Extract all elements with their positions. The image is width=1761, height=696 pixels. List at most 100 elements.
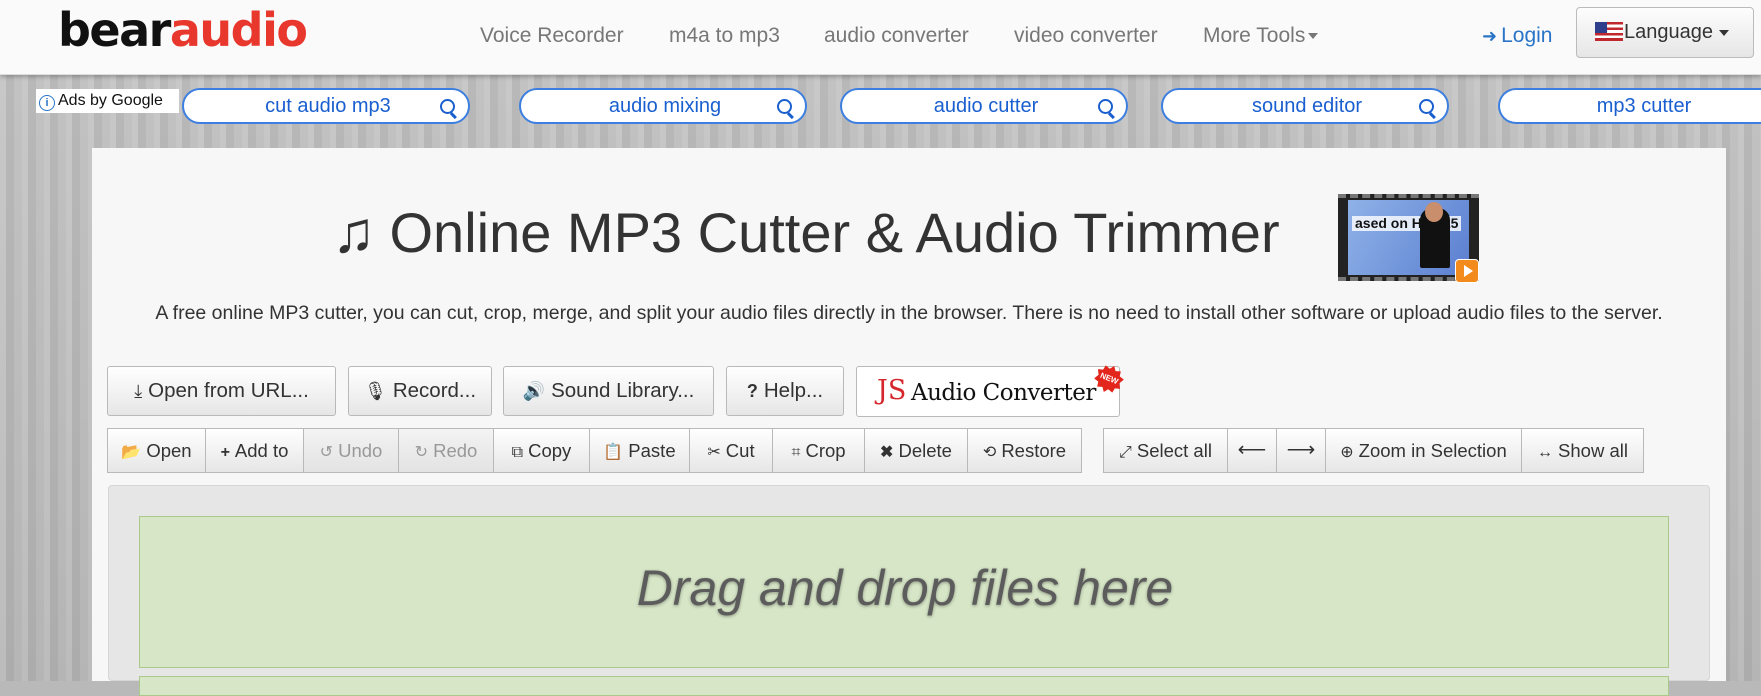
- download-icon: ⤓: [134, 381, 143, 401]
- video-preview-image: ased on HTML5: [1348, 200, 1469, 275]
- copy-icon: ⧉: [511, 444, 524, 461]
- music-note-icon: ♫: [332, 200, 376, 265]
- move-left-button[interactable]: ⟵: [1227, 428, 1277, 473]
- language-label: Language: [1624, 21, 1713, 43]
- paste-label: Paste: [628, 440, 676, 461]
- caret-down-icon: [1718, 29, 1729, 36]
- open-button[interactable]: 📂 Open: [107, 428, 206, 473]
- us-flag-icon: [1595, 22, 1623, 41]
- top-navbar: bearaudio Voice Recorder m4a to mp3 audi…: [0, 0, 1761, 75]
- ad-pill-label: audio mixing: [608, 95, 722, 117]
- logo-text-bear: bear: [58, 3, 171, 57]
- open-label: Open: [146, 440, 192, 461]
- cut-label: Cut: [725, 440, 755, 461]
- caret-down-icon: [1308, 33, 1319, 40]
- zoom-in-icon: ⊕: [1340, 444, 1354, 461]
- redo-icon: ↻: [414, 444, 429, 461]
- html5-video-thumbnail[interactable]: ased on HTML5: [1338, 194, 1479, 283]
- ad-search-pill[interactable]: mp3 cutter: [1498, 88, 1761, 124]
- search-icon: [777, 99, 792, 114]
- scissors-icon: ✂: [707, 444, 721, 461]
- add-to-label: Add to: [234, 440, 289, 461]
- ad-search-pill[interactable]: audio mixing: [519, 88, 807, 124]
- cut-button[interactable]: ✂ Cut: [689, 428, 773, 473]
- dropzone-text: Drag and drop files here: [636, 560, 1174, 616]
- js-logo-text: JS: [877, 375, 907, 406]
- redo-button[interactable]: ↻ Redo: [398, 428, 494, 473]
- editor-work-area: Drag and drop files here: [108, 485, 1710, 696]
- open-from-url-label: Open from URL...: [148, 379, 309, 402]
- new-badge: NEW: [1091, 361, 1127, 397]
- record-button[interactable]: 🎙 Record...: [348, 366, 492, 416]
- folder-open-icon: 📂: [121, 444, 142, 461]
- crop-icon: ⌗: [791, 444, 801, 461]
- nav-video-converter[interactable]: video converter: [1014, 22, 1158, 50]
- undo-button[interactable]: ↺ Undo: [303, 428, 399, 473]
- ad-search-pill[interactable]: sound editor: [1161, 88, 1449, 124]
- sound-library-button[interactable]: 🔊 Sound Library...: [503, 366, 714, 416]
- search-icon: [1419, 99, 1434, 114]
- bearaudio-logo[interactable]: bearaudio: [58, 3, 308, 57]
- add-to-button[interactable]: + Add to: [205, 428, 304, 473]
- ad-search-pill[interactable]: cut audio mp3: [182, 88, 470, 124]
- ad-pill-label: mp3 cutter: [1596, 95, 1692, 117]
- ad-pill-label: cut audio mp3: [265, 95, 391, 117]
- microphone-icon: 🎙: [363, 381, 387, 401]
- ads-label-text: Ads by Google: [58, 92, 163, 109]
- close-icon: ✖: [880, 444, 894, 461]
- nav-m4a-to-mp3[interactable]: m4a to mp3: [669, 22, 780, 50]
- expand-icon: ⤢: [1119, 444, 1132, 461]
- undo-icon: ↺: [319, 444, 334, 461]
- move-right-button[interactable]: ⟶: [1276, 428, 1326, 473]
- search-icon: [440, 99, 455, 114]
- delete-label: Delete: [898, 440, 952, 461]
- paste-button[interactable]: 📋 Paste: [589, 428, 690, 473]
- delete-button[interactable]: ✖ Delete: [864, 428, 968, 473]
- history-icon: ⟲: [982, 444, 997, 461]
- show-all-label: Show all: [1558, 440, 1628, 461]
- ad-pill-label: audio cutter: [933, 95, 1039, 117]
- nav-more-tools[interactable]: More Tools: [1203, 22, 1319, 50]
- sign-in-icon: ➜: [1482, 26, 1498, 46]
- arrow-left-icon: ⟵: [1237, 439, 1267, 461]
- ad-search-pill[interactable]: audio cutter: [840, 88, 1128, 124]
- ads-by-google-label[interactable]: i Ads by Google: [36, 89, 179, 113]
- main-panel: ♫ Online MP3 Cutter & Audio Trimmer ased …: [92, 148, 1726, 696]
- restore-button[interactable]: ⟲ Restore: [967, 428, 1082, 473]
- arrows-horizontal-icon: ↔: [1537, 444, 1554, 461]
- language-dropdown[interactable]: Language: [1576, 7, 1754, 58]
- plus-icon: +: [220, 444, 230, 461]
- redo-label: Redo: [433, 440, 478, 461]
- copy-label: Copy: [528, 440, 572, 461]
- search-icon: [1098, 99, 1113, 114]
- restore-label: Restore: [1001, 440, 1067, 461]
- paste-icon: 📋: [603, 444, 624, 461]
- zoom-in-selection-button[interactable]: ⊕ Zoom in Selection: [1325, 428, 1522, 473]
- nav-voice-recorder[interactable]: Voice Recorder: [480, 22, 624, 50]
- arrow-right-icon: ⟶: [1286, 439, 1316, 461]
- help-label: Help...: [763, 379, 824, 402]
- page-title-text: Online MP3 Cutter & Audio Trimmer: [389, 201, 1280, 264]
- question-icon: ?: [746, 381, 758, 401]
- crop-button[interactable]: ⌗ Crop: [772, 428, 865, 473]
- js-audio-converter-banner[interactable]: JS Audio Converter NEW: [856, 366, 1120, 417]
- second-track-area[interactable]: [139, 676, 1669, 696]
- copy-button[interactable]: ⧉ Copy: [493, 428, 590, 473]
- show-all-button[interactable]: ↔ Show all: [1521, 428, 1644, 473]
- file-dropzone[interactable]: Drag and drop files here: [139, 516, 1669, 668]
- presenter-head: [1425, 202, 1443, 222]
- select-all-button[interactable]: ⤢ Select all: [1103, 428, 1228, 473]
- crop-label: Crop: [805, 440, 846, 461]
- login-link[interactable]: ➜ Login: [1482, 22, 1552, 50]
- zoom-in-selection-label: Zoom in Selection: [1358, 440, 1507, 461]
- open-from-url-button[interactable]: ⤓ Open from URL...: [107, 366, 336, 416]
- logo-text-audio: audio: [169, 3, 308, 57]
- page-description: A free online MP3 cutter, you can cut, c…: [155, 302, 1663, 324]
- volume-icon: 🔊: [522, 381, 546, 401]
- sound-library-label: Sound Library...: [551, 379, 695, 402]
- help-button[interactable]: ? Help...: [726, 366, 844, 416]
- page-title: ♫ Online MP3 Cutter & Audio Trimmer: [332, 198, 1280, 268]
- nav-audio-converter[interactable]: audio converter: [824, 22, 969, 50]
- undo-label: Undo: [338, 440, 383, 461]
- select-all-label: Select all: [1136, 440, 1212, 461]
